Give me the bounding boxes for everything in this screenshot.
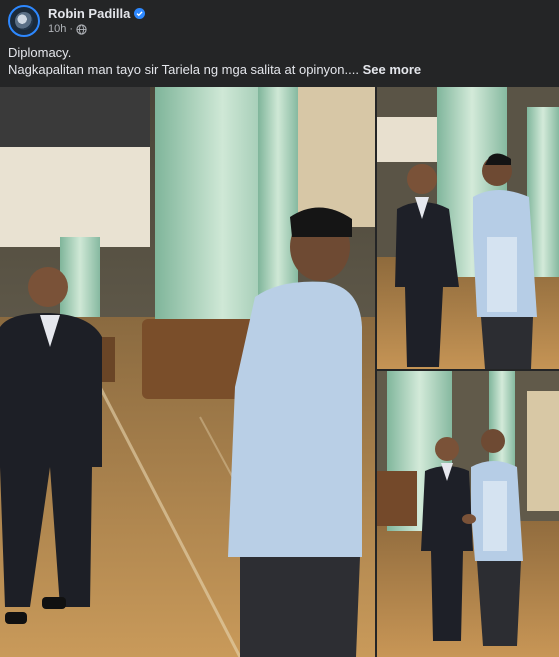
post-timestamp[interactable]: 10h [48,23,66,35]
author-avatar[interactable] [8,5,40,37]
see-more-link[interactable]: See more [363,62,422,77]
author-row: Robin Padilla [48,5,146,21]
author-name[interactable]: Robin Padilla [48,6,130,21]
post-photo-main[interactable] [0,87,375,657]
meta-separator: · [69,23,74,35]
post-photo-top-right[interactable] [377,87,559,369]
post-text-line-2: Nagkapalitan man tayo sir Tariela ng mga… [8,61,548,78]
globe-icon[interactable] [76,23,87,35]
post-text-body: Nagkapalitan man tayo sir Tariela ng mga… [8,62,359,77]
verified-badge-icon [134,7,146,19]
post-text: Diplomacy. Nagkapalitan man tayo sir Tar… [8,44,548,78]
post-text-line-1: Diplomacy. [8,45,72,60]
post-photo-bottom-right[interactable] [377,371,559,657]
post-header: Robin Padilla 10h · [0,0,559,42]
post-meta: 10h · [48,23,87,35]
